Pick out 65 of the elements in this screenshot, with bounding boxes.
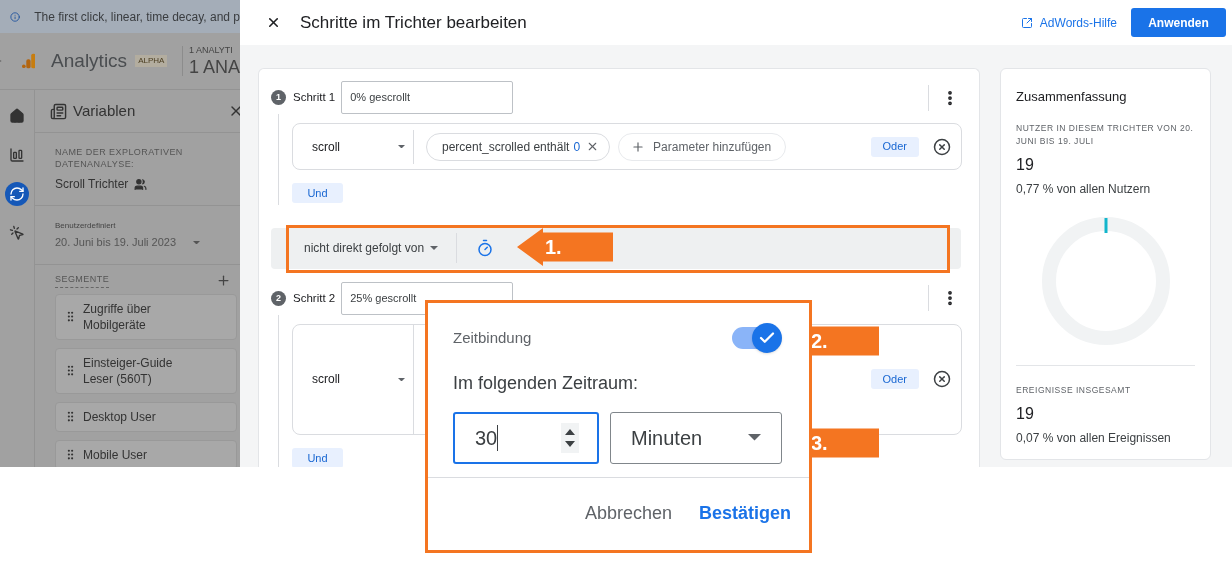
add-icon[interactable] — [216, 273, 231, 288]
metric-share: 0,77 % von allen Nutzern — [1016, 180, 1152, 198]
date-label: Benutzerdefiniert — [55, 220, 117, 232]
step-label: Schritt 1 — [293, 89, 336, 105]
refresh-icon — [9, 186, 25, 202]
caret-icon — [398, 377, 405, 381]
field-label: NAME DER EXPLORATIVEN DATENANALYSE: — [55, 146, 184, 170]
bar-chart-icon — [9, 147, 25, 163]
segment-chip[interactable]: Desktop User — [55, 401, 237, 432]
metric-value: 19 — [1016, 404, 1035, 425]
panel-title: Variablen — [73, 100, 136, 121]
segment-chip[interactable]: Einsteiger-Guide Leser (560T) — [55, 347, 237, 394]
people-icon — [134, 177, 148, 191]
remove-icon[interactable] — [933, 370, 951, 389]
home-icon — [9, 108, 25, 124]
condition-value: 0 — [573, 138, 581, 156]
caret-icon — [430, 246, 439, 251]
metric-share: 0,07 % von allen Ereignissen — [1016, 430, 1172, 448]
help-link[interactable]: AdWords-Hilfe — [1020, 13, 1117, 32]
product-name: Analytics — [51, 48, 128, 73]
nav-rail-item[interactable] — [5, 182, 29, 206]
cancel-button[interactable]: Abbrechen — [584, 499, 672, 527]
timer-icon[interactable] — [476, 239, 495, 258]
condition-text: percent_scrolled enthält — [442, 138, 570, 156]
dialog-title: Schritte im Trichter bearbeiten — [300, 11, 527, 34]
banner-text: The first click, linear, time decay, and p — [34, 8, 240, 26]
segment-chip[interactable]: Zugriffe über Mobilgeräte — [55, 293, 237, 340]
property-name: 1 ANA — [188, 58, 240, 76]
exploration-name: Scroll Trichter — [55, 176, 129, 193]
or-button[interactable]: Oder — [870, 136, 919, 157]
remove-icon[interactable] — [933, 137, 951, 156]
number-field[interactable]: 30 — [453, 411, 599, 464]
caret-icon — [748, 434, 761, 441]
spinner-icon[interactable] — [561, 422, 579, 453]
caret-icon — [398, 144, 405, 149]
external-link-icon — [1020, 16, 1033, 29]
or-button[interactable]: Oder — [870, 369, 919, 390]
step-number: 2 — [271, 290, 286, 306]
property-label: 1 ANALYTI — [188, 46, 234, 55]
metric-label: NUTZER IN DIESEM TRICHTER VON 20. JUNI BIS 19. JULI — [1016, 121, 1195, 148]
step-number: 1 — [271, 90, 286, 105]
metric-value: 19 — [1016, 154, 1035, 175]
variables-icon — [50, 102, 67, 120]
metric-label: EREIGNISSE INSGESAMT — [1016, 383, 1132, 397]
popup-title: Zeitbindung — [453, 328, 532, 348]
summary-title: Zusammenfassung — [1016, 88, 1128, 106]
period-label: Im folgenden Zeitraum: — [452, 371, 640, 395]
step-name-field[interactable]: 0% gescrollt — [341, 81, 514, 114]
step-label: Schritt 2 — [293, 290, 336, 306]
cursor-icon — [9, 225, 25, 241]
event-dropdown[interactable]: scroll — [293, 137, 413, 156]
apply-button[interactable]: Anwenden — [1131, 8, 1226, 37]
date-range-dropdown[interactable]: 20. Juni bis 19. Juli 2023 — [55, 234, 240, 251]
section-label: SEGMENTE — [55, 273, 110, 288]
unit-dropdown[interactable]: Minuten — [610, 411, 782, 464]
plus-icon — [631, 139, 646, 154]
alpha-badge: ALPHA — [135, 55, 168, 67]
confirm-button[interactable]: Bestätigen — [698, 499, 791, 527]
and-button[interactable]: Und — [292, 447, 343, 467]
segment-chip[interactable]: Mobile User — [55, 439, 237, 467]
connector-dropdown[interactable]: nicht direkt gefolgt von — [304, 239, 439, 258]
and-button[interactable]: Und — [292, 183, 343, 203]
caret-icon — [193, 240, 201, 244]
close-icon[interactable] — [266, 15, 281, 30]
event-dropdown[interactable]: scroll — [293, 370, 413, 389]
